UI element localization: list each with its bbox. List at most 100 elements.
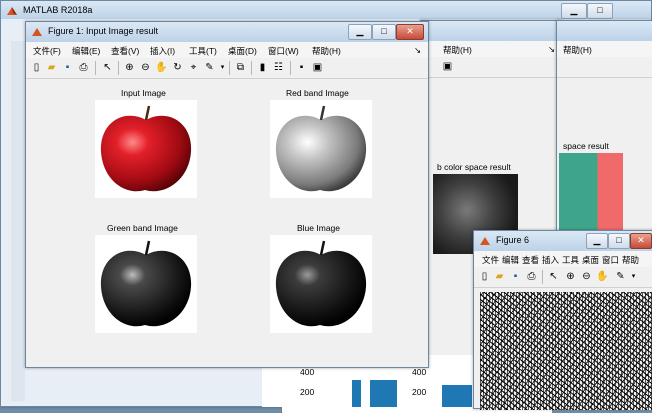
menu-help[interactable]: 帮助(H) [563, 44, 592, 56]
input-image-title: Input Image [121, 88, 166, 98]
hide-plot-tools-icon[interactable]: ▪ [295, 61, 308, 74]
print-icon[interactable]: ⎙ [77, 61, 90, 74]
brush-dropdown-icon[interactable]: ▾ [627, 270, 640, 283]
texture-edge-image [480, 292, 652, 410]
red-apple-image [100, 105, 192, 192]
menu-view[interactable]: 查看 [522, 254, 539, 266]
menu-desktop[interactable]: 桌面(D) [228, 45, 257, 57]
toolbar-separator [229, 61, 230, 75]
figure-1-canvas: Input Image Red band Image Green band Im… [26, 79, 428, 367]
save-icon[interactable]: ▪ [509, 270, 522, 283]
menu-file[interactable]: 文件(F) [33, 45, 61, 57]
input-image [95, 100, 197, 198]
menu-help[interactable]: 帮助(H) [312, 45, 341, 57]
menu-help[interactable]: 帮助(H) [443, 44, 472, 56]
save-icon[interactable]: ▪ [61, 61, 74, 74]
colorbar-icon[interactable]: ▮ [256, 61, 269, 74]
figure-6-maximize-button[interactable]: □ [608, 233, 630, 249]
figure-1-maximize-button[interactable]: □ [372, 24, 396, 40]
menu-view[interactable]: 查看(V) [111, 45, 139, 57]
figure-1-window: Figure 1: Input Image result ▁ □ ✕ 文件(F)… [25, 21, 429, 368]
menu-help[interactable]: 帮助 [622, 254, 639, 266]
figure-3-axes-title: space result [563, 141, 609, 151]
figure-6-titlebar[interactable]: Figure 6 ▁ □ ✕ [474, 231, 652, 251]
matlab-title: MATLAB R2018a [23, 5, 93, 15]
figure-6-toolbar: ▯ ▰ ▪ ⎙ ↖ ⊕ ⊖ ✋ ✎ ▾ [474, 267, 652, 288]
figure-4-axes-title: b color space result [437, 162, 511, 172]
toolbar-separator [251, 61, 252, 75]
brush-icon[interactable]: ✎ [614, 270, 627, 283]
grayscale-apple-light-image [275, 105, 367, 192]
figure-2-menubar: 帮助(H) ↘ [421, 41, 561, 57]
menu-window[interactable]: 窗口 [602, 254, 619, 266]
red-band-image [270, 100, 372, 198]
figure-1-minimize-button[interactable]: ▁ [348, 24, 372, 40]
open-file-icon[interactable]: ▰ [45, 61, 58, 74]
legend-icon[interactable]: ☷ [272, 61, 285, 74]
menu-tools[interactable]: 工具 [562, 254, 579, 266]
menu-desktop[interactable]: 桌面 [582, 254, 599, 266]
menu-tools[interactable]: 工具(T) [189, 45, 217, 57]
green-band-image [95, 235, 197, 333]
red-band-title: Red band Image [286, 88, 349, 98]
print-icon[interactable]: ⎙ [525, 270, 538, 283]
menu-file[interactable]: 文件 [482, 254, 499, 266]
figure-1-toolbar: ▯ ▰ ▪ ⎙ ↖ ⊕ ⊖ ✋ ↻ ⌖ ✎ ▾ ⧉ ▮ ☷ ▪ ▣ [26, 58, 428, 79]
figure-1-titlebar[interactable]: Figure 1: Input Image result ▁ □ ✕ [26, 22, 428, 42]
histogram-bars-2 [442, 385, 472, 407]
figure-6-menubar: 文件 编辑 查看 插入 工具 桌面 窗口 帮助 [474, 251, 652, 267]
figure-1-close-button[interactable]: ✕ [396, 24, 424, 40]
figure-1-title: Figure 1: Input Image result [48, 26, 159, 36]
menu-edit[interactable]: 编辑 [502, 254, 519, 266]
rotate-3d-icon[interactable]: ↻ [171, 61, 184, 74]
zoom-in-icon[interactable]: ⊕ [564, 270, 577, 283]
select-arrow-icon[interactable]: ↖ [547, 270, 560, 283]
toolbar-separator [290, 61, 291, 75]
figure-6-close-button[interactable]: ✕ [630, 233, 652, 249]
figure-icon [480, 237, 490, 245]
pan-hand-icon[interactable]: ✋ [155, 61, 168, 74]
menu-edit[interactable]: 编辑(E) [72, 45, 100, 57]
menu-dock-arrow-icon[interactable]: ↘ [414, 45, 421, 56]
toolbar-separator [542, 270, 543, 284]
matlab-maximize-button[interactable]: □ [587, 3, 613, 19]
menu-insert[interactable]: 插入 [542, 254, 559, 266]
menu-arrow-icon[interactable]: ↘ [548, 44, 555, 55]
show-plot-tools-icon[interactable]: ▣ [311, 61, 324, 74]
figure-3-titlebar[interactable] [557, 21, 652, 41]
matlab-titlebar[interactable]: MATLAB R2018a ▁ □ [1, 1, 651, 19]
plot-tools-icon[interactable]: ▣ [441, 60, 454, 73]
blue-band-image [270, 235, 372, 333]
matlab-logo-icon [7, 7, 17, 15]
histogram-tick-200-a: 200 [300, 387, 315, 397]
histogram-tick-400-b: 400 [412, 367, 427, 377]
pan-hand-icon[interactable]: ✋ [596, 270, 609, 283]
new-figure-icon[interactable]: ▯ [30, 61, 43, 74]
brush-icon[interactable]: ✎ [203, 61, 216, 74]
figure-1-menubar: 文件(F) 编辑(E) 查看(V) 插入(I) 工具(T) 桌面(D) 窗口(W… [26, 42, 428, 58]
matlab-minimize-button[interactable]: ▁ [561, 3, 587, 19]
figure-icon [32, 28, 42, 36]
menu-insert[interactable]: 插入(I) [150, 45, 175, 57]
link-plot-icon[interactable]: ⧉ [234, 61, 247, 74]
select-arrow-icon[interactable]: ↖ [101, 61, 114, 74]
figure-6-minimize-button[interactable]: ▁ [586, 233, 608, 249]
green-band-title: Green band Image [107, 223, 178, 233]
new-figure-icon[interactable]: ▯ [478, 270, 491, 283]
figure-6-canvas [474, 288, 652, 410]
menu-window[interactable]: 窗口(W) [268, 45, 299, 57]
toolbar-separator [118, 61, 119, 75]
blue-image-title: Blue Image [297, 223, 340, 233]
figure-3-toolbar [557, 57, 652, 78]
data-cursor-icon[interactable]: ⌖ [187, 61, 200, 74]
grayscale-apple-dark-image [100, 240, 192, 327]
figure-2-titlebar[interactable] [421, 21, 561, 41]
zoom-out-icon[interactable]: ⊖ [139, 61, 152, 74]
open-file-icon[interactable]: ▰ [493, 270, 506, 283]
figure-2-toolbar: ▣ [421, 57, 561, 78]
grayscale-apple-dark-image [275, 240, 367, 327]
zoom-in-icon[interactable]: ⊕ [123, 61, 136, 74]
toolbar-separator [95, 61, 96, 75]
brush-dropdown-icon[interactable]: ▾ [216, 61, 229, 74]
zoom-out-icon[interactable]: ⊖ [580, 270, 593, 283]
